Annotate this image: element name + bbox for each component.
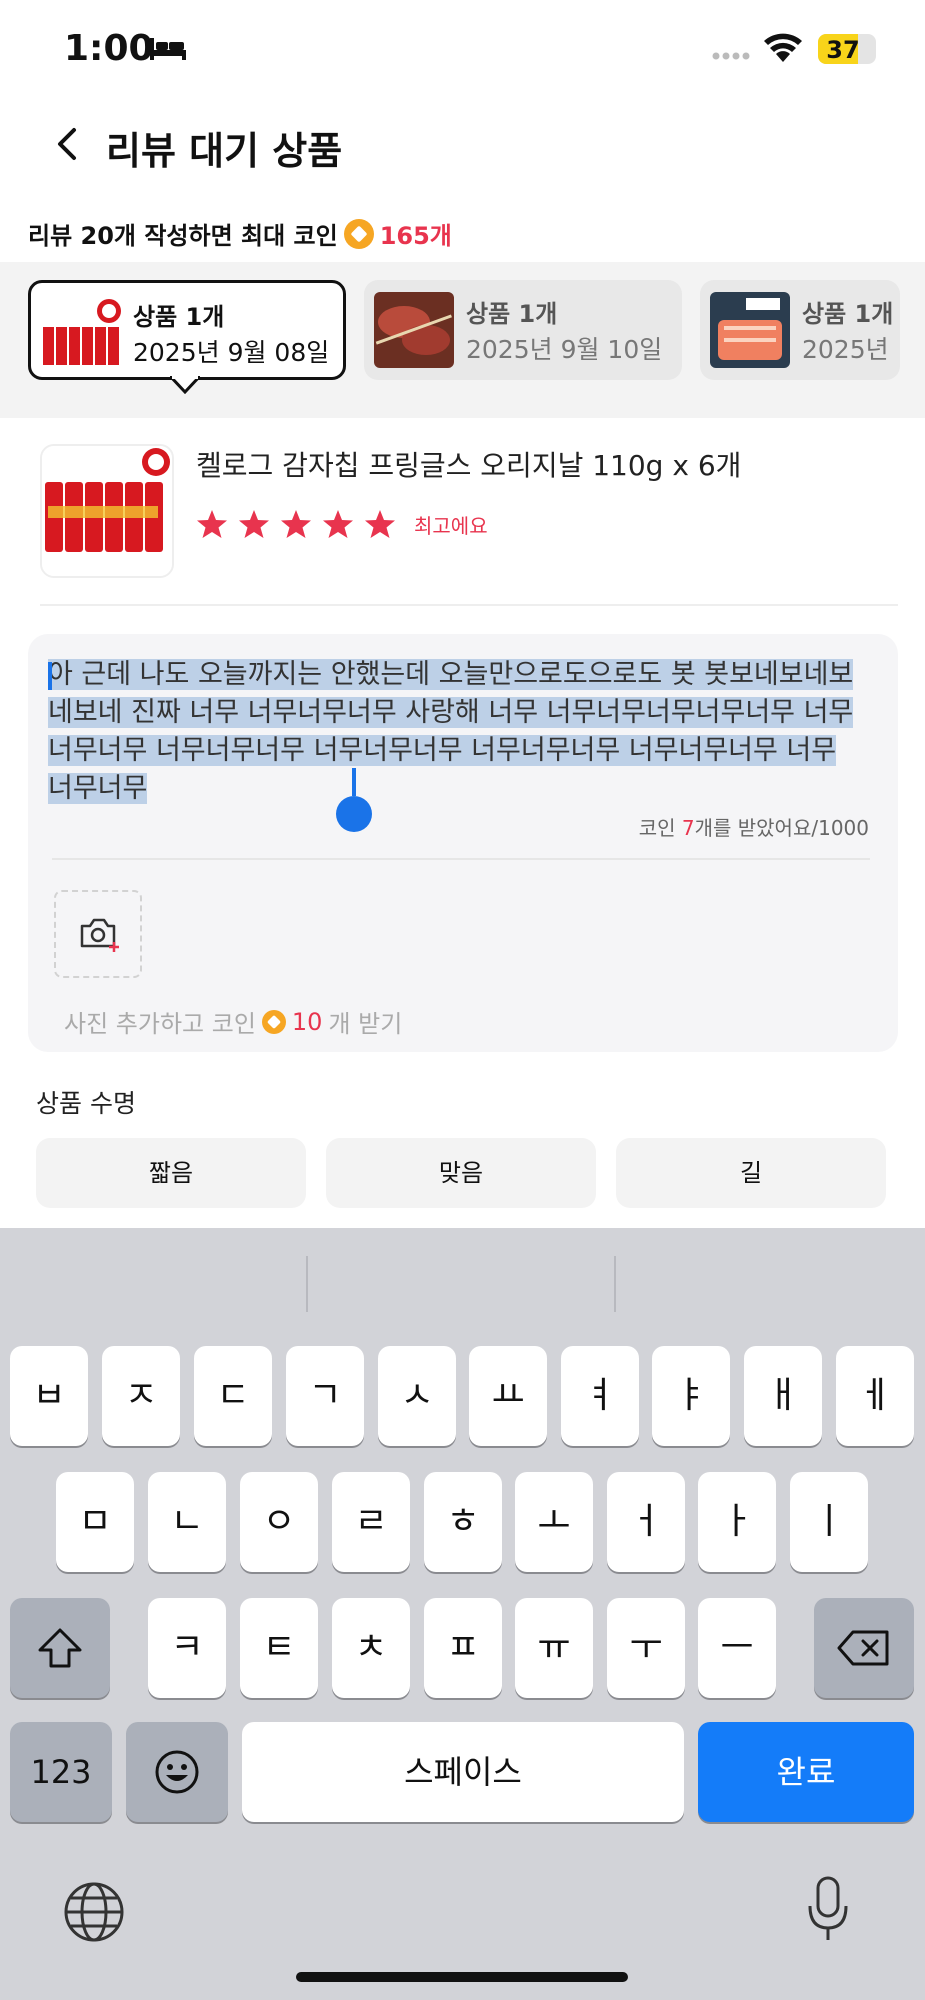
pringles-thumbnail [41,295,121,371]
photo-suffix: 개 받기 [328,1010,403,1038]
promo-count: 165개 [379,222,452,250]
coin-prefix: 코인 [638,816,676,840]
key[interactable]: ㅓ [607,1472,685,1572]
selection-drag-knob[interactable] [336,796,372,832]
review-promo: 리뷰 20개 작성하면 최대 코인 165개 [28,216,452,251]
key[interactable]: ㅡ [698,1598,776,1698]
promo-text: 리뷰 20개 작성하면 최대 코인 [28,222,338,250]
prediction-divider [306,1256,308,1312]
key[interactable]: ㅠ [515,1598,593,1698]
tab-product-2[interactable]: 상품 1개 2025년 9월 10일 [364,280,682,380]
key[interactable]: ㅇ [240,1472,318,1572]
product-name: 켈로그 감자칩 프링글스 오리지날 110g x 6개 [196,449,742,482]
star-icon[interactable] [280,508,312,540]
key[interactable]: ㅁ [56,1472,134,1572]
key[interactable]: ㅛ [469,1346,547,1446]
rating-label: 최고에요 [414,513,488,538]
size-option-long[interactable]: 길 [616,1138,886,1208]
key[interactable]: ㄴ [148,1472,226,1572]
key[interactable]: ㅑ [652,1346,730,1446]
key[interactable]: ㅏ [698,1472,776,1572]
status-bar: 1:00 37 [0,0,925,100]
key[interactable]: ㅕ [561,1346,639,1446]
prediction-divider [614,1256,616,1312]
star-icon[interactable] [322,508,354,540]
key[interactable]: ㄹ [332,1472,410,1572]
tab-title: 상품 1개 [133,303,225,331]
tab-product-1[interactable]: 상품 1개 2025년 9월 08일 [28,280,346,380]
star-rating[interactable]: 최고에요 [196,508,488,540]
battery-level: 37 [826,36,860,64]
key[interactable]: ㅂ [10,1346,88,1446]
coin-count: 7 [681,816,695,840]
tab-pointer [170,376,200,394]
key[interactable]: ㅎ [424,1472,502,1572]
key[interactable]: ㅜ [607,1598,685,1698]
key[interactable]: ㅋ [148,1598,226,1698]
divider [40,604,898,606]
emoji-icon [155,1750,199,1794]
shift-key[interactable] [10,1598,110,1698]
tab-date: 2025년 9월 08일 [133,338,330,367]
home-indicator[interactable] [296,1972,628,1982]
key[interactable]: ㄷ [194,1346,272,1446]
key[interactable]: ㅈ [102,1346,180,1446]
review-text[interactable]: 아 근데 나도 오늘까지는 안했는데 오늘만으로도으로도 봇 봇보네보네보네보네… [48,659,854,804]
page-title: 리뷰 대기 상품 [106,129,343,173]
tab-title: 상품 1개 [802,300,894,328]
meat-skewer-thumbnail [374,292,454,368]
add-photo-hint: 사진 추가하고 코인 10 개 받기 [64,1004,402,1039]
photo-count: 10 [291,1007,323,1036]
backspace-icon [837,1630,889,1666]
signal-dots-icon [712,52,750,60]
key[interactable]: ㅔ [836,1346,914,1446]
size-option-fit[interactable]: 맞음 [326,1138,596,1208]
battery-icon: 37 [818,34,876,64]
review-text-input[interactable]: 아 근데 나도 오늘까지는 안했는데 오늘만으로도으로도 봇 봇보네보네보네보네… [48,656,860,808]
emoji-key[interactable] [126,1722,228,1822]
status-time: 1:00 [64,28,154,69]
photo-prefix: 사진 추가하고 코인 [64,1010,256,1038]
key[interactable]: ㄱ [286,1346,364,1446]
selection-start-handle[interactable] [48,662,52,690]
shift-icon [38,1628,82,1668]
key[interactable]: ㅐ [744,1346,822,1446]
product-image [40,444,174,578]
review-divider [52,858,870,860]
backspace-key[interactable] [814,1598,914,1698]
camera-plus-icon [80,918,119,952]
wifi-icon [764,33,802,62]
key[interactable]: ㅌ [240,1598,318,1698]
key[interactable]: ㅗ [515,1472,593,1572]
star-icon[interactable] [196,508,228,540]
key[interactable]: ㅅ [378,1346,456,1446]
tab-date: 2025년 [802,335,889,364]
key[interactable]: ㅍ [424,1598,502,1698]
bed-icon [150,38,186,60]
key[interactable]: ㅊ [332,1598,410,1698]
numbers-key[interactable]: 123 [10,1722,112,1822]
key[interactable]: ㅣ [790,1472,868,1572]
tab-title: 상품 1개 [466,300,558,328]
tab-date: 2025년 9월 10일 [466,335,663,364]
size-option-short[interactable]: 짧음 [36,1138,306,1208]
coin-icon [343,218,374,249]
back-icon[interactable] [52,124,82,164]
add-photo-button[interactable] [54,890,142,978]
microphone-icon[interactable] [806,1874,850,1944]
tab-product-3[interactable]: 상품 1개 2025년 [700,280,900,380]
coin-icon [261,1009,286,1034]
globe-icon[interactable] [62,1880,126,1944]
size-label: 상품 수명 [36,1089,136,1118]
space-key[interactable]: 스페이스 [242,1722,684,1822]
coin-counter: 코인 7개를 받았어요/1000 [639,812,869,841]
done-key[interactable]: 완료 [698,1722,914,1822]
star-icon[interactable] [364,508,396,540]
star-icon[interactable] [238,508,270,540]
selection-end-handle[interactable] [352,768,356,796]
coin-suffix: 개를 받았어요/1000 [694,816,869,840]
salmon-thumbnail [710,292,790,368]
